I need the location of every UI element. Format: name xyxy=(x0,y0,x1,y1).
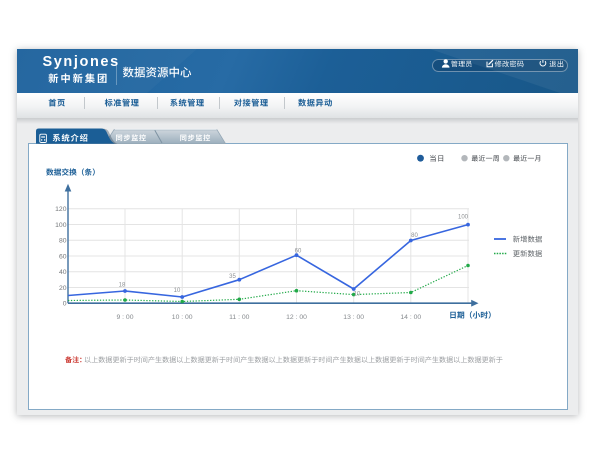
svg-text:35: 35 xyxy=(229,274,236,280)
svg-text:100: 100 xyxy=(55,222,67,229)
svg-text:80: 80 xyxy=(411,233,418,239)
svg-text:9 : 00: 9 : 00 xyxy=(116,314,133,321)
svg-text:11 : 00: 11 : 00 xyxy=(229,314,250,321)
svg-text:80: 80 xyxy=(59,238,67,245)
svg-text:10 : 00: 10 : 00 xyxy=(172,314,193,321)
svg-text:100: 100 xyxy=(458,215,469,221)
svg-text:120: 120 xyxy=(55,206,67,213)
svg-text:20: 20 xyxy=(59,285,67,292)
svg-text:40: 40 xyxy=(59,269,67,276)
svg-text:13 : 00: 13 : 00 xyxy=(343,314,364,321)
svg-text:14 : 00: 14 : 00 xyxy=(400,314,421,321)
svg-text:60: 60 xyxy=(59,253,67,260)
svg-text:18: 18 xyxy=(119,283,126,289)
svg-text:10: 10 xyxy=(354,292,361,298)
svg-text:60: 60 xyxy=(295,248,302,254)
svg-text:10: 10 xyxy=(174,288,181,294)
svg-text:0: 0 xyxy=(63,301,67,308)
svg-text:12 : 00: 12 : 00 xyxy=(286,314,307,321)
